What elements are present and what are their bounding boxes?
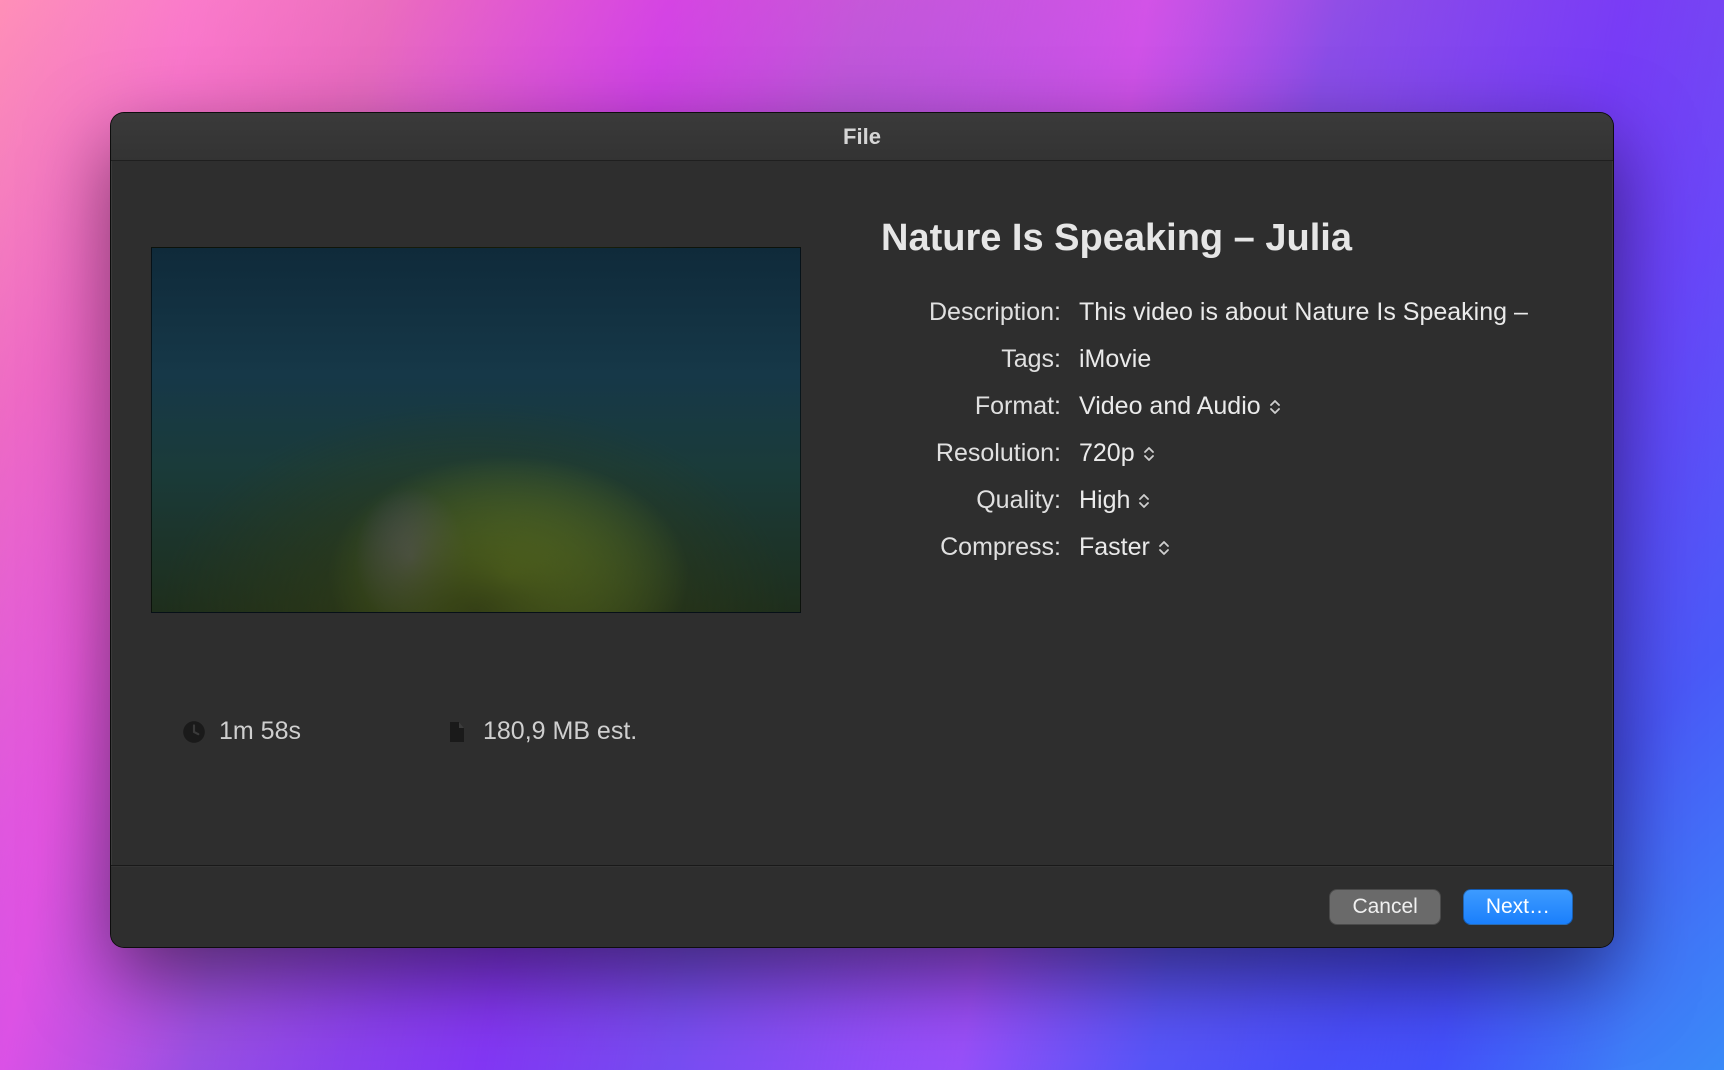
chevron-updown-icon <box>1158 539 1170 557</box>
quality-value: High <box>1079 486 1130 515</box>
fields-grid: Description: This video is about Nature … <box>881 298 1573 562</box>
format-label: Format: <box>881 392 1061 421</box>
file-icon <box>445 719 471 745</box>
right-column: Nature Is Speaking – Julia Description: … <box>821 217 1573 845</box>
chevron-updown-icon <box>1143 445 1155 463</box>
left-column: 1m 58s 180,9 MB est. <box>151 217 821 845</box>
export-dialog: File 1m 58s <box>110 112 1614 948</box>
dialog-content: 1m 58s 180,9 MB est. Nature Is Speaking … <box>111 161 1613 865</box>
project-title: Nature Is Speaking – Julia <box>881 217 1573 260</box>
tags-value: iMovie <box>1079 345 1151 374</box>
cancel-button[interactable]: Cancel <box>1329 889 1440 925</box>
compress-label: Compress: <box>881 533 1061 562</box>
tags-field[interactable]: iMovie <box>1079 345 1573 374</box>
window-title: File <box>843 124 881 150</box>
resolution-label: Resolution: <box>881 439 1061 468</box>
next-button[interactable]: Next… <box>1463 889 1573 925</box>
clock-icon <box>181 719 207 745</box>
video-thumbnail <box>151 247 801 613</box>
stats-row: 1m 58s 180,9 MB est. <box>151 717 821 746</box>
quality-label: Quality: <box>881 486 1061 515</box>
filesize-text: 180,9 MB est. <box>483 717 637 746</box>
filesize-stat: 180,9 MB est. <box>445 717 637 746</box>
chevron-updown-icon <box>1138 492 1150 510</box>
tags-label: Tags: <box>881 345 1061 374</box>
description-label: Description: <box>881 298 1061 327</box>
description-value: This video is about Nature Is Speaking – <box>1079 298 1528 327</box>
window-titlebar: File <box>111 113 1613 161</box>
dialog-footer: Cancel Next… <box>111 865 1613 947</box>
chevron-updown-icon <box>1269 398 1281 416</box>
resolution-select[interactable]: 720p <box>1079 439 1573 468</box>
resolution-value: 720p <box>1079 439 1135 468</box>
quality-select[interactable]: High <box>1079 486 1573 515</box>
format-select[interactable]: Video and Audio <box>1079 392 1573 421</box>
compress-select[interactable]: Faster <box>1079 533 1573 562</box>
duration-stat: 1m 58s <box>181 717 301 746</box>
duration-text: 1m 58s <box>219 717 301 746</box>
format-value: Video and Audio <box>1079 392 1261 421</box>
compress-value: Faster <box>1079 533 1150 562</box>
description-field[interactable]: This video is about Nature Is Speaking – <box>1079 298 1573 327</box>
